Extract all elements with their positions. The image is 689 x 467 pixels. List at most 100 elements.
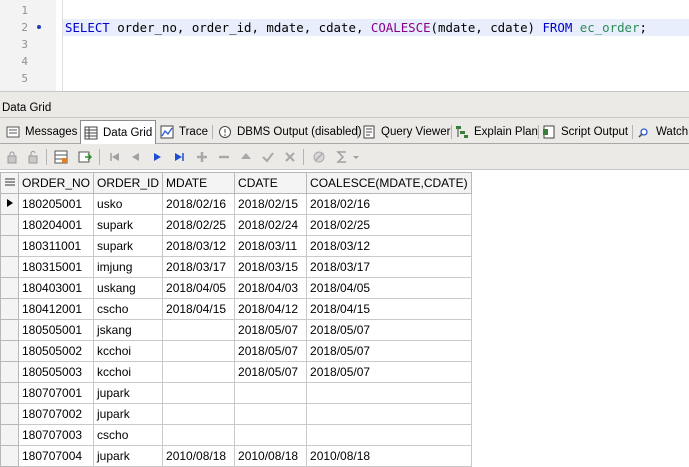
row-header[interactable] <box>0 193 19 215</box>
cell-order-id[interactable]: cscho <box>93 298 164 320</box>
tab-explain-plan[interactable]: Explain Plan <box>455 121 538 143</box>
cell-order-no[interactable]: 180707003 <box>17 424 95 446</box>
cell-mdate[interactable]: 2018/02/25 <box>162 214 236 236</box>
cell-order-no[interactable]: 180505001 <box>17 319 95 341</box>
cell-order-id[interactable]: jupark <box>93 445 164 467</box>
data-grid[interactable]: ORDER_NO ORDER_ID MDATE CDATE COALESCE(M… <box>0 171 689 467</box>
edit-record-icon[interactable] <box>238 149 254 165</box>
cell-coalesce[interactable] <box>306 382 472 404</box>
tab-messages[interactable]: Messages <box>6 121 77 143</box>
cell-order-no[interactable]: 180205001 <box>17 193 95 215</box>
cell-order-id[interactable]: kcchoi <box>93 361 164 383</box>
cell-order-id[interactable]: jupark <box>93 382 164 404</box>
row-header[interactable] <box>0 214 19 236</box>
first-record-icon[interactable] <box>107 149 123 165</box>
cell-coalesce[interactable]: 2018/05/07 <box>306 361 472 383</box>
cell-cdate[interactable]: 2018/03/15 <box>234 256 308 278</box>
cell-mdate[interactable] <box>162 361 236 383</box>
row-header[interactable] <box>0 445 19 467</box>
tab-data-grid[interactable]: Data Grid <box>80 120 157 144</box>
dropdown-icon[interactable] <box>351 149 361 165</box>
cell-mdate[interactable]: 2018/03/17 <box>162 256 236 278</box>
cell-order-no[interactable]: 180505003 <box>17 361 95 383</box>
table-row[interactable]: 180707002 jupark <box>0 403 472 425</box>
table-row[interactable]: 180505001 jskang 2018/05/07 2018/05/07 <box>0 319 472 341</box>
cell-cdate[interactable] <box>234 403 308 425</box>
cell-order-id[interactable]: jupark <box>93 403 164 425</box>
table-row[interactable]: 180403001 uskang 2018/04/05 2018/04/03 2018/… <box>0 277 472 299</box>
cell-cdate[interactable]: 2018/02/15 <box>234 193 308 215</box>
cell-mdate[interactable]: 2018/04/15 <box>162 298 236 320</box>
column-header-order-no[interactable]: ORDER_NO <box>17 172 95 194</box>
cell-order-id[interactable]: jskang <box>93 319 164 341</box>
cell-coalesce[interactable]: 2018/02/25 <box>306 214 472 236</box>
cell-cdate[interactable]: 2018/05/07 <box>234 319 308 341</box>
cell-mdate[interactable] <box>162 424 236 446</box>
delete-record-icon[interactable] <box>216 149 232 165</box>
cell-cdate[interactable]: 2018/04/03 <box>234 277 308 299</box>
row-header[interactable] <box>0 382 19 404</box>
cell-coalesce[interactable]: 2018/04/15 <box>306 298 472 320</box>
row-header[interactable] <box>0 256 19 278</box>
cell-cdate[interactable]: 2018/02/24 <box>234 214 308 236</box>
cell-order-id[interactable]: imjung <box>93 256 164 278</box>
sql-statement[interactable]: SELECT order_no, order_id, mdate, cdate,… <box>65 19 647 36</box>
cell-coalesce[interactable] <box>306 424 472 446</box>
table-row[interactable]: 180311001 supark 2018/03/12 2018/03/11 2018/… <box>0 235 472 257</box>
cell-order-no[interactable]: 180315001 <box>17 256 95 278</box>
cell-mdate[interactable] <box>162 403 236 425</box>
cell-coalesce[interactable]: 2010/08/18 <box>306 445 472 467</box>
row-header[interactable] <box>0 298 19 320</box>
row-header[interactable] <box>0 319 19 341</box>
cell-order-no[interactable]: 180707004 <box>17 445 95 467</box>
tab-watch[interactable]: Watch <box>637 121 688 143</box>
column-header-coalesce[interactable]: COALESCE(MDATE,CDATE) <box>306 172 472 194</box>
cell-mdate[interactable] <box>162 382 236 404</box>
cell-coalesce[interactable]: 2018/04/05 <box>306 277 472 299</box>
post-record-icon[interactable] <box>260 149 276 165</box>
select-all-corner[interactable] <box>0 172 19 194</box>
export-icon[interactable] <box>77 149 93 165</box>
cell-order-no[interactable]: 180707001 <box>17 382 95 404</box>
cell-cdate[interactable]: 2018/05/07 <box>234 361 308 383</box>
cell-order-no[interactable]: 180311001 <box>17 235 95 257</box>
insert-record-icon[interactable] <box>194 149 210 165</box>
row-header[interactable] <box>0 277 19 299</box>
cell-coalesce[interactable]: 2018/05/07 <box>306 340 472 362</box>
cell-coalesce[interactable]: 2018/02/16 <box>306 193 472 215</box>
cell-coalesce[interactable]: 2018/05/07 <box>306 319 472 341</box>
cell-order-id[interactable]: kcchoi <box>93 340 164 362</box>
cell-order-id[interactable]: usko <box>93 193 164 215</box>
cell-cdate[interactable]: 2018/03/11 <box>234 235 308 257</box>
row-header[interactable] <box>0 403 19 425</box>
cell-mdate[interactable] <box>162 319 236 341</box>
row-header[interactable] <box>0 340 19 362</box>
row-header[interactable] <box>0 361 19 383</box>
last-record-icon[interactable] <box>171 149 187 165</box>
cell-cdate[interactable]: 2018/05/07 <box>234 340 308 362</box>
cell-mdate[interactable]: 2018/02/16 <box>162 193 236 215</box>
cell-order-no[interactable]: 180403001 <box>17 277 95 299</box>
tab-dbms-output[interactable]: DBMS Output (disabled) <box>218 121 362 143</box>
prior-record-icon[interactable] <box>128 149 144 165</box>
cell-coalesce[interactable]: 2018/03/17 <box>306 256 472 278</box>
cell-mdate[interactable] <box>162 340 236 362</box>
editor-splitter[interactable] <box>0 91 689 99</box>
next-record-icon[interactable] <box>149 149 165 165</box>
column-header-mdate[interactable]: MDATE <box>162 172 236 194</box>
cell-cdate[interactable]: 2018/04/12 <box>234 298 308 320</box>
cancel-record-icon[interactable] <box>282 149 298 165</box>
cell-coalesce[interactable]: 2018/03/12 <box>306 235 472 257</box>
row-header[interactable] <box>0 235 19 257</box>
cell-order-no[interactable]: 180412001 <box>17 298 95 320</box>
cell-coalesce[interactable] <box>306 403 472 425</box>
table-row[interactable]: 180412001 cscho 2018/04/15 2018/04/12 2018/0… <box>0 298 472 320</box>
sql-editor[interactable]: 1 2 3 4 5 SELECT order_no, order_id, mda… <box>0 0 689 91</box>
tab-script-output[interactable]: Script Output <box>542 121 628 143</box>
cell-order-no[interactable]: 180707002 <box>17 403 95 425</box>
column-header-cdate[interactable]: CDATE <box>234 172 308 194</box>
cell-mdate[interactable]: 2018/03/12 <box>162 235 236 257</box>
sum-icon[interactable] <box>334 149 350 165</box>
cell-order-id[interactable]: cscho <box>93 424 164 446</box>
unlock-icon[interactable] <box>25 149 41 165</box>
